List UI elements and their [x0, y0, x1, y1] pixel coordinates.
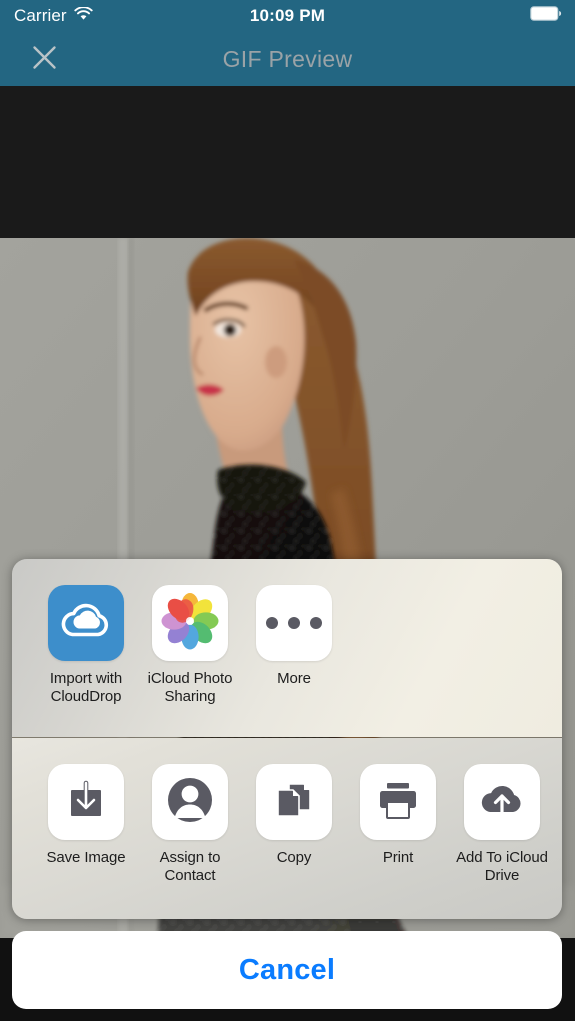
- share-target-import-with-clouddrop[interactable]: Import with CloudDrop: [34, 585, 138, 706]
- share-target-more[interactable]: More: [242, 585, 346, 688]
- share-target-label: iCloud Photo Sharing: [147, 670, 233, 705]
- action-label: Add To iCloud Drive: [456, 849, 548, 884]
- save-image-tile: [48, 764, 124, 840]
- action-label: Copy: [276, 849, 312, 866]
- action-overflow-partial[interactable]: [554, 764, 562, 840]
- navigation-bar: GIF Preview: [0, 32, 575, 86]
- share-actions-row: Save Image Assign to Contact Copy Print …: [34, 764, 562, 885]
- iphone-screen: Carrier 10:09 PM GIF Preview Import with…: [0, 0, 575, 1021]
- battery-full-icon: [530, 6, 562, 26]
- action-save-image[interactable]: Save Image: [34, 764, 138, 867]
- share-apps-row: Import with CloudDrop iCloud Photo Shari…: [34, 585, 346, 706]
- more-tile: [256, 585, 332, 661]
- action-label: Save Image: [46, 849, 126, 866]
- printer-icon: [374, 778, 422, 827]
- cloud-upload-icon: [476, 778, 528, 827]
- share-target-label: More: [277, 670, 311, 687]
- copy-documents-icon: [271, 777, 317, 828]
- ellipsis-icon: [266, 617, 322, 629]
- contact-person-icon: [165, 775, 215, 830]
- share-sheet: Import with CloudDrop iCloud Photo Shari…: [12, 559, 562, 919]
- cancel-button[interactable]: Cancel: [12, 931, 562, 1009]
- save-image-icon: [63, 777, 109, 828]
- print-tile: [360, 764, 436, 840]
- action-label: Assign to Contact: [159, 849, 221, 884]
- cancel-button-label: Cancel: [238, 953, 336, 986]
- status-bar-right: [530, 6, 562, 26]
- status-bar-time: 10:09 PM: [249, 6, 326, 25]
- action-copy[interactable]: Copy: [242, 764, 346, 867]
- page-title: GIF Preview: [222, 45, 353, 72]
- icloud-photo-sharing-tile: [152, 585, 228, 661]
- action-label: Print: [382, 849, 414, 866]
- status-bar: Carrier 10:09 PM: [0, 0, 575, 32]
- share-target-label: Import with CloudDrop: [49, 670, 123, 705]
- letterbox-top: [0, 86, 575, 238]
- share-target-icloud-photo-sharing[interactable]: iCloud Photo Sharing: [138, 585, 242, 706]
- photos-pinwheel-icon: [158, 589, 222, 658]
- action-print[interactable]: Print: [346, 764, 450, 867]
- assign-to-contact-tile: [152, 764, 228, 840]
- action-assign-to-contact[interactable]: Assign to Contact: [138, 764, 242, 885]
- add-to-icloud-drive-tile: [464, 764, 540, 840]
- copy-tile: [256, 764, 332, 840]
- cloud-drop-icon: [55, 590, 117, 657]
- clouddrop-tile: [48, 585, 124, 661]
- action-add-to-icloud-drive[interactable]: Add To iCloud Drive: [450, 764, 554, 885]
